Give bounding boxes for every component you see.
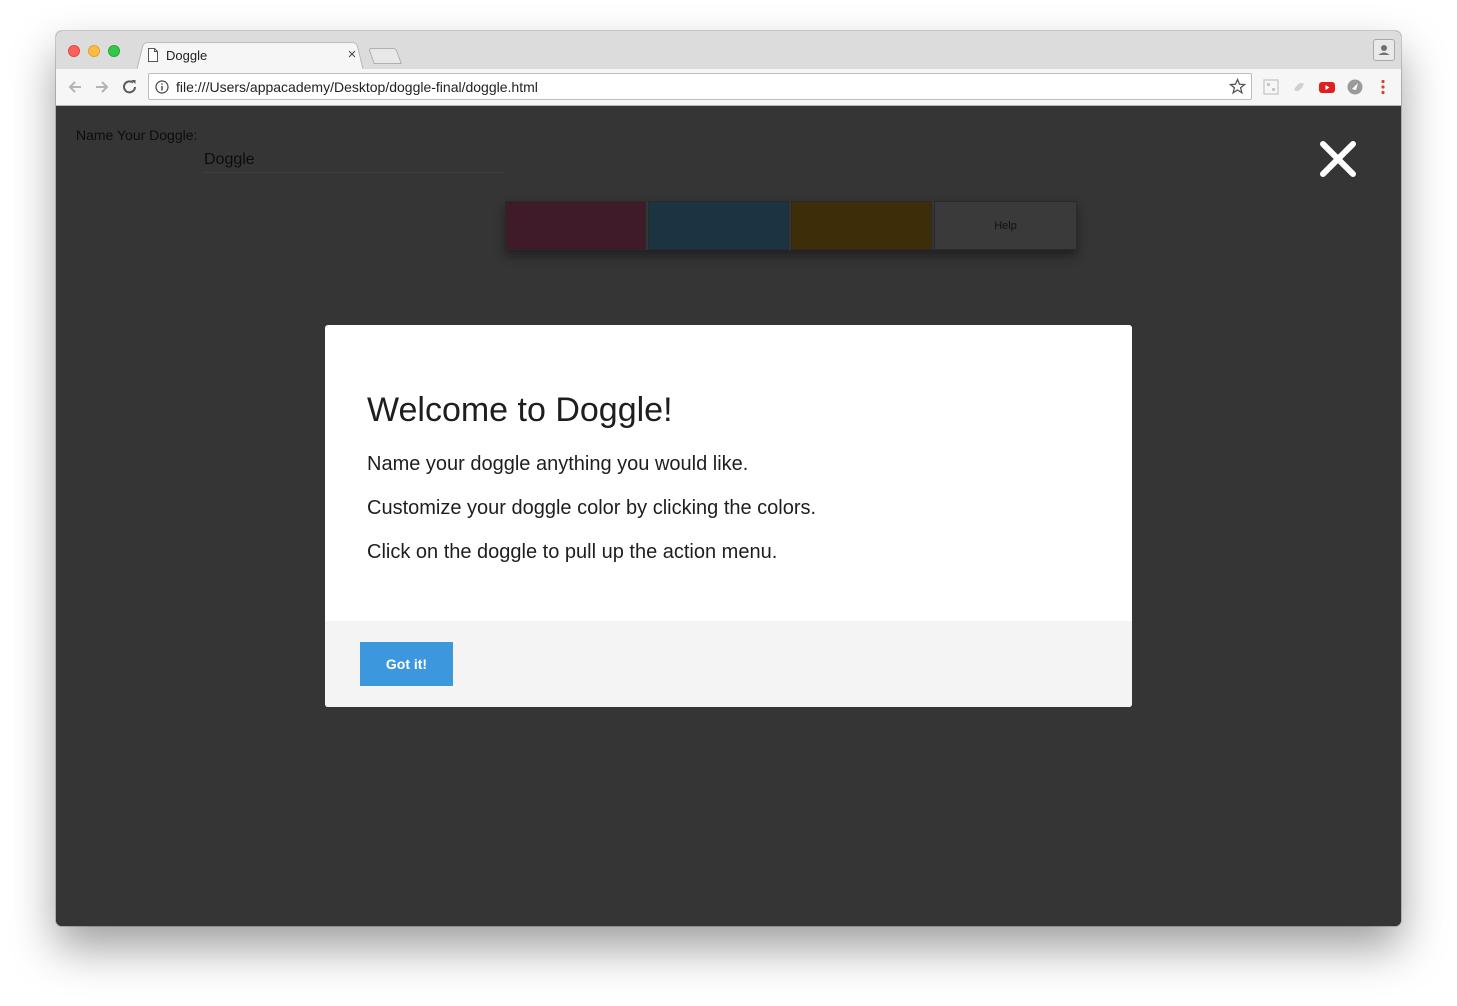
modal-text-line: Customize your doggle color by clicking … xyxy=(367,497,817,519)
forward-arrow-icon[interactable] xyxy=(92,77,112,97)
color-swatches: Help xyxy=(505,201,1077,250)
extension-icon[interactable] xyxy=(1346,78,1364,96)
back-arrow-icon[interactable] xyxy=(65,77,85,97)
toolbar: file:///Users/appacademy/Desktop/doggle-… xyxy=(56,69,1401,106)
modal-text-line: Click on the doggle to pull up the actio… xyxy=(367,541,778,563)
reload-icon[interactable] xyxy=(120,77,140,97)
extension-icon[interactable] xyxy=(1262,78,1280,96)
tab-strip: Doggle × xyxy=(56,31,1401,71)
address-bar[interactable]: file:///Users/appacademy/Desktop/doggle-… xyxy=(148,73,1252,100)
info-icon[interactable] xyxy=(155,80,169,99)
browser-window: Doggle × file:///Users/appacademy/Deskto… xyxy=(56,31,1401,926)
minimize-window-button[interactable] xyxy=(88,45,100,57)
menu-dots-icon[interactable] xyxy=(1374,78,1392,96)
new-tab-button[interactable] xyxy=(368,48,402,64)
swatch-magenta[interactable] xyxy=(505,201,646,250)
doggle-name-input[interactable] xyxy=(204,148,504,173)
help-button[interactable]: Help xyxy=(934,201,1077,250)
name-label: Name Your Doggle: xyxy=(76,127,198,143)
got-it-button[interactable]: Got it! xyxy=(360,642,453,686)
tab-close-icon[interactable]: × xyxy=(344,46,360,63)
swatch-blue[interactable] xyxy=(648,201,789,250)
tab-title: Doggle xyxy=(166,48,208,63)
page-content: Name Your Doggle: Help Welcome to Doggle… xyxy=(56,106,1401,926)
modal-footer: Got it! xyxy=(325,621,1132,707)
maximize-window-button[interactable] xyxy=(108,45,120,57)
modal-text-line: Name your doggle anything you would like… xyxy=(367,453,749,475)
tab-doggle[interactable]: Doggle × xyxy=(144,41,362,69)
profile-icon[interactable] xyxy=(1373,39,1395,61)
close-window-button[interactable] xyxy=(68,45,80,57)
swatch-amber[interactable] xyxy=(791,201,932,250)
extension-icon[interactable] xyxy=(1290,78,1308,96)
document-icon xyxy=(147,48,159,67)
youtube-icon[interactable] xyxy=(1318,78,1336,96)
close-icon[interactable] xyxy=(1318,139,1358,179)
modal-title: Welcome to Doggle! xyxy=(367,391,673,429)
url-text: file:///Users/appacademy/Desktop/doggle-… xyxy=(176,79,538,95)
star-icon[interactable] xyxy=(1228,77,1247,100)
welcome-modal: Welcome to Doggle! Name your doggle anyt… xyxy=(325,325,1132,707)
